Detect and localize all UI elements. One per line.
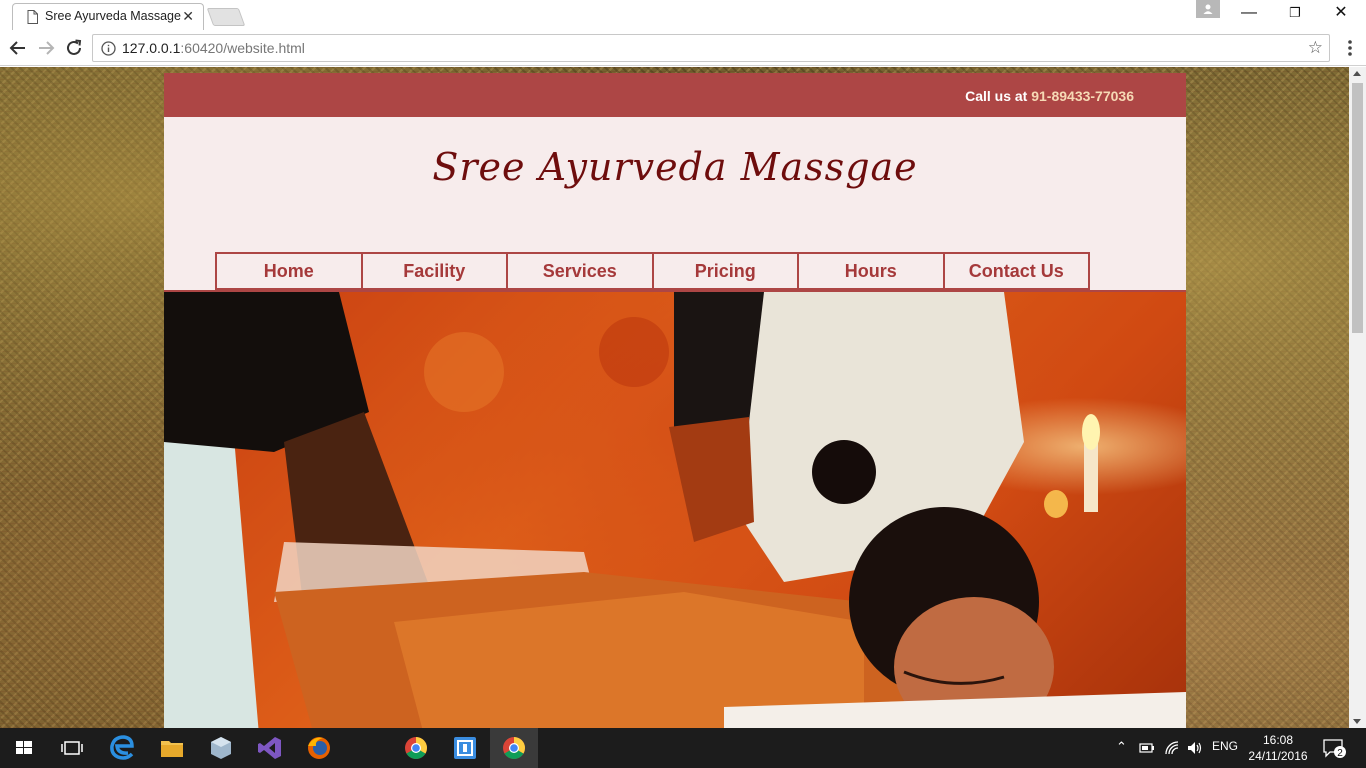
chrome-icon-active[interactable] [490, 728, 538, 768]
clock-date: 24/11/2016 [1248, 749, 1308, 763]
tab-strip: Sree Ayurveda Massage ✕ — ❐ ✕ [0, 0, 1366, 30]
edge-icon[interactable] [98, 728, 146, 768]
notifications-count: 2 [1337, 748, 1343, 759]
browser-tab[interactable]: Sree Ayurveda Massage ✕ [12, 3, 204, 30]
call-label: Call us at [965, 88, 1032, 104]
call-us-text: Call us at 91-89433-77036 [965, 88, 1134, 104]
phone-number[interactable]: 91-89433-77036 [1031, 88, 1134, 104]
hero-illustration [164, 292, 1186, 728]
clock-time: 16:08 [1262, 733, 1294, 747]
page-viewport: Call us at 91-89433-77036 Sree Ayurveda … [0, 67, 1349, 728]
task-view-icon[interactable] [48, 728, 96, 768]
user-icon [1203, 4, 1213, 14]
taskbar-clock[interactable]: 16:08 24/11/2016 [1248, 732, 1308, 764]
url-host: 127.0.0.1 [122, 40, 181, 56]
scroll-thumb[interactable] [1352, 83, 1363, 333]
windows-taskbar: ⌃ ENG 16:08 24/11/2016 2 [0, 728, 1366, 768]
info-icon[interactable] [101, 41, 116, 56]
maximize-button[interactable]: ❐ [1272, 4, 1318, 26]
app-icon[interactable] [441, 728, 489, 768]
nav-hours[interactable]: Hours [797, 252, 945, 290]
page-container: Call us at 91-89433-77036 Sree Ayurveda … [164, 73, 1186, 728]
windows-start-icon[interactable] [0, 728, 48, 768]
profile-button[interactable] [1196, 0, 1220, 18]
volume-icon[interactable] [1186, 739, 1204, 757]
hero-massage-photo [164, 290, 1186, 728]
browser-toolbar: 127.0.0.1:60420/website.html ☆ [0, 30, 1366, 66]
bookmark-star-icon[interactable]: ☆ [1308, 38, 1323, 58]
url-path: :60420/website.html [180, 40, 305, 56]
firefox-icon[interactable] [295, 728, 343, 768]
forward-arrow-icon[interactable] [35, 37, 57, 59]
nav-pricing[interactable]: Pricing [651, 252, 799, 290]
file-explorer-icon[interactable] [148, 728, 196, 768]
notifications-icon[interactable]: 2 [1322, 737, 1346, 759]
visual-studio-icon[interactable] [246, 728, 294, 768]
header-bar: Call us at 91-89433-77036 [164, 73, 1186, 117]
tray-chevron-up-icon[interactable]: ⌃ [1116, 739, 1127, 755]
tab-close-icon[interactable]: ✕ [182, 8, 194, 25]
scroll-up-icon[interactable] [1353, 71, 1361, 76]
page-scrollbar[interactable] [1349, 67, 1366, 728]
chrome-icon[interactable] [392, 728, 440, 768]
url-text[interactable]: 127.0.0.1:60420/website.html [122, 40, 305, 56]
wifi-icon[interactable] [1163, 739, 1181, 757]
browser-menu-icon[interactable] [1340, 37, 1360, 59]
nav-services[interactable]: Services [506, 252, 654, 290]
battery-icon[interactable] [1138, 740, 1156, 756]
main-nav: Home Facility Services Pricing Hours Con… [215, 252, 1090, 290]
new-tab-button[interactable] [206, 8, 246, 26]
scroll-down-icon[interactable] [1353, 719, 1361, 724]
nav-contact-us[interactable]: Contact Us [942, 252, 1090, 290]
close-window-button[interactable]: ✕ [1318, 4, 1364, 26]
tab-title: Sree Ayurveda Massage [45, 9, 181, 23]
language-indicator[interactable]: ENG [1212, 739, 1238, 753]
back-arrow-icon[interactable] [7, 37, 29, 59]
minimize-button[interactable]: — [1226, 4, 1272, 26]
reload-icon[interactable] [63, 37, 85, 59]
address-bar[interactable]: 127.0.0.1:60420/website.html ☆ [92, 34, 1330, 62]
sandbox-icon[interactable] [197, 728, 245, 768]
site-title: Sree Ayurveda Massgae [432, 145, 918, 189]
page-icon [27, 10, 38, 24]
nav-facility[interactable]: Facility [360, 252, 508, 290]
nav-home[interactable]: Home [215, 252, 363, 290]
